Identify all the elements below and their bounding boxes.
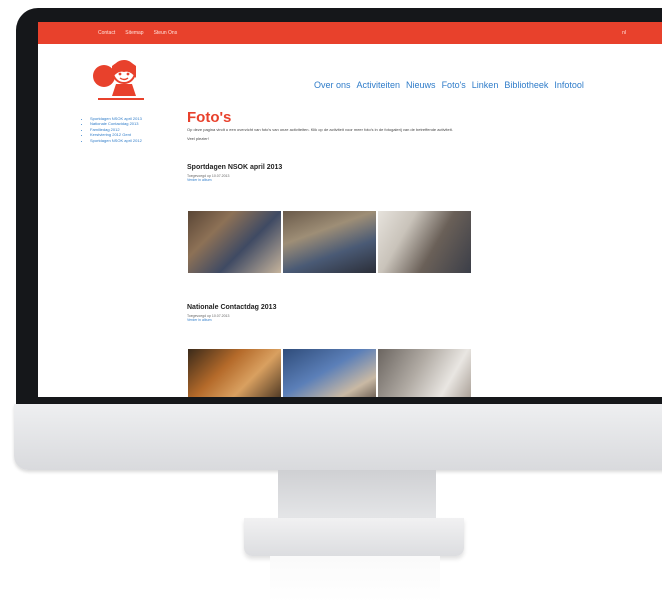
photo-thumbnail[interactable] [188, 349, 281, 397]
monitor-stand [244, 518, 464, 556]
photo-thumbnail[interactable] [378, 211, 471, 273]
photo-thumbnail[interactable] [378, 349, 471, 397]
album-title[interactable]: Sportdagen NSOK april 2013 [187, 164, 282, 171]
topbar-link-sitemap[interactable]: Sitemap [125, 30, 143, 36]
page-title: Foto's [187, 109, 232, 126]
nav-item-news[interactable]: Nieuws [406, 80, 436, 90]
nav-item-photos[interactable]: Foto's [442, 80, 466, 90]
photo-thumbnail[interactable] [283, 211, 376, 273]
main-content: Foto's Op deze pagina vindt u een overzi… [187, 110, 487, 141]
album-section: Sportdagen NSOK april 2013 Toegevoegd op… [187, 164, 282, 182]
intro-text: Op deze pagina vindt u een overzicht van… [187, 127, 453, 132]
album-section: Nationale Contactdag 2013 Toegevoegd op … [187, 304, 276, 322]
site-logo[interactable] [90, 56, 152, 104]
album-thumbnails [188, 211, 471, 273]
album-more-link[interactable]: Verder in album [187, 178, 282, 182]
nav-item-activities[interactable]: Activiteiten [357, 80, 401, 90]
topbar-link-contact[interactable]: Contact [98, 30, 115, 36]
album-thumbnails [188, 349, 471, 397]
screen: Contact Sitemap Steun Ons nl Over ons Ac… [38, 22, 662, 397]
nav-item-library[interactable]: Bibliotheek [504, 80, 548, 90]
nav-item-infotool[interactable]: Infotool [554, 80, 584, 90]
photo-thumbnail[interactable] [283, 349, 376, 397]
sidebar-item-album[interactable]: Sportdagen NSOK april 2012 [90, 138, 186, 143]
nav-item-links[interactable]: Linken [472, 80, 499, 90]
monitor-chin [14, 404, 662, 470]
monitor-foot [270, 556, 440, 603]
top-bar: Contact Sitemap Steun Ons nl [38, 22, 662, 44]
album-more-link[interactable]: Verder in album [187, 318, 276, 322]
photo-thumbnail[interactable] [188, 211, 281, 273]
topbar-link-support[interactable]: Steun Ons [154, 30, 178, 36]
sidebar-album-list: Sportdagen NSOK april 2013 Nationale Con… [82, 116, 186, 143]
welcome-text: Veel plezier! [187, 135, 209, 141]
language-switch[interactable]: nl [622, 30, 626, 36]
main-nav: Over ons Activiteiten Nieuws Foto's Link… [314, 80, 584, 90]
album-title[interactable]: Nationale Contactdag 2013 [187, 304, 276, 311]
nav-item-about[interactable]: Over ons [314, 80, 351, 90]
monitor-neck [278, 470, 436, 522]
